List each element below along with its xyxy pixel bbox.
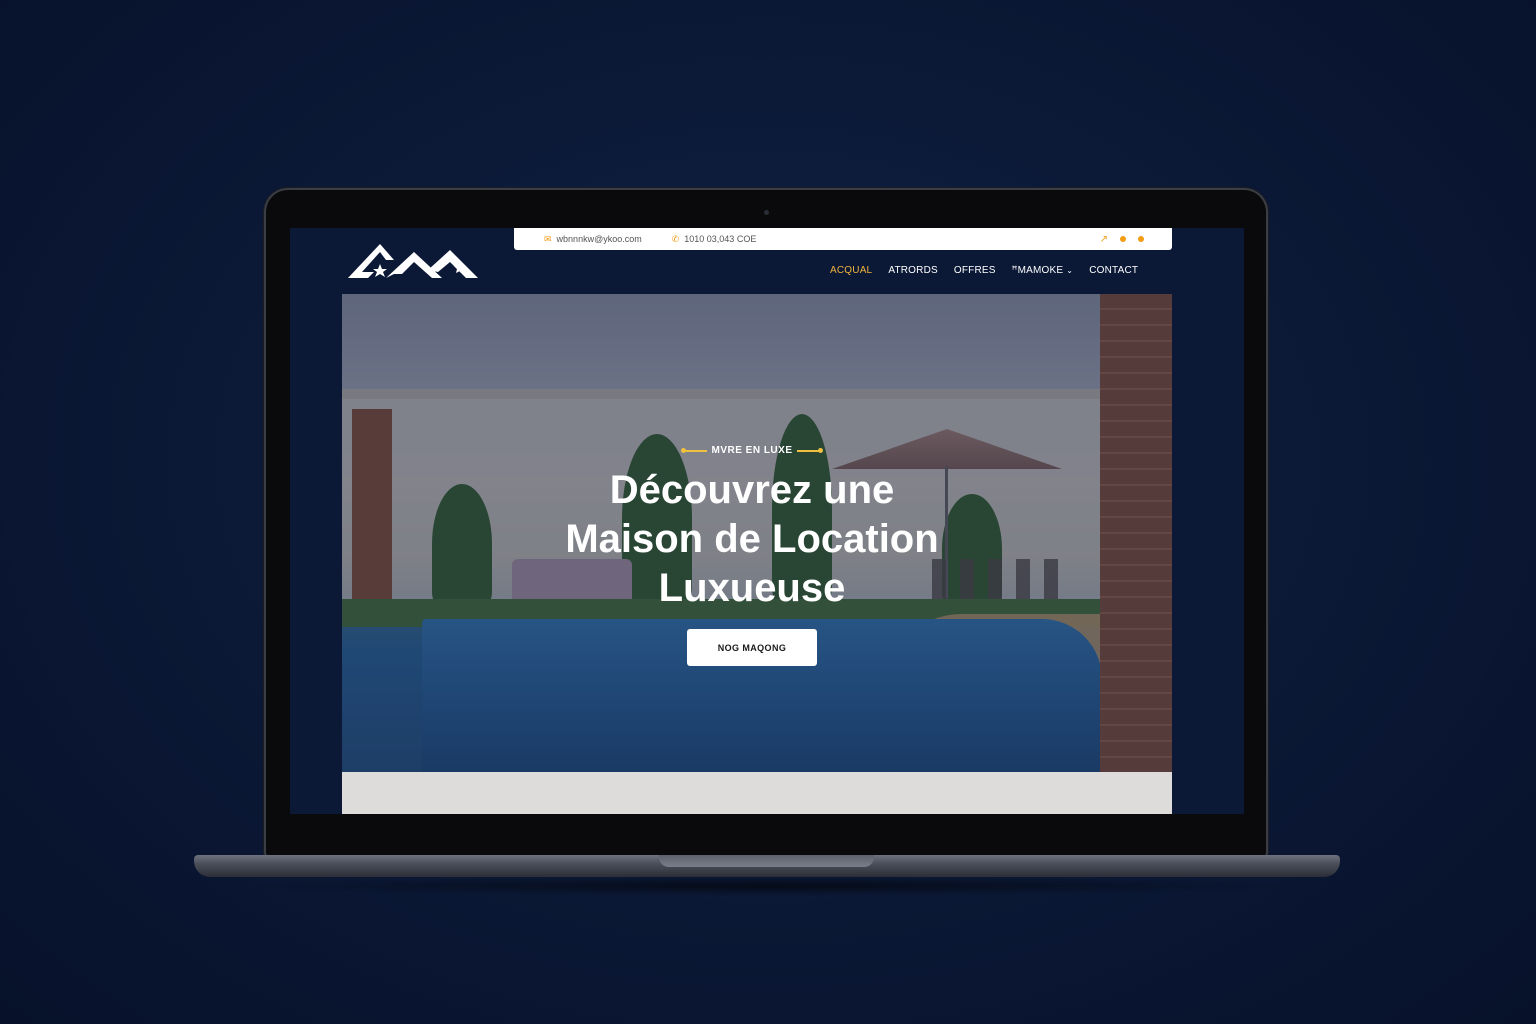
- social-icon-1[interactable]: [1120, 236, 1126, 242]
- nav-item-offres[interactable]: OFFRES: [954, 265, 996, 276]
- camera: [764, 210, 769, 215]
- hero-content: MVRE EN LUXE Découvrez une Maison de Loc…: [342, 294, 1162, 772]
- nav-item-atrords[interactable]: ATRORDS: [888, 265, 938, 276]
- social-icon-2[interactable]: [1138, 236, 1144, 242]
- hero-eyebrow: MVRE EN LUXE: [342, 445, 1162, 456]
- laptop-screen: ✉ wbnnnkw@ykoo.com ✆ 1010 03,043 COE ↗ A…: [290, 228, 1244, 814]
- laptop-mockup: ✉ wbnnnkw@ykoo.com ✆ 1010 03,043 COE ↗ A…: [0, 0, 1536, 1024]
- social-links: ↗: [1100, 234, 1144, 245]
- phone-icon: ✆: [671, 233, 680, 244]
- headline-line-3: Luxueuse: [658, 566, 846, 610]
- laptop-base: [194, 855, 1340, 877]
- call-icon[interactable]: ↗: [1100, 234, 1108, 245]
- eyebrow-text: MVRE EN LUXE: [711, 445, 793, 456]
- house-logo-icon[interactable]: [346, 238, 480, 280]
- top-contact-bar: ✉ wbnnnkw@ykoo.com ✆ 1010 03,043 COE ↗: [514, 228, 1172, 250]
- eyebrow-line-left: [681, 447, 708, 453]
- laptop-shadow: [230, 876, 1306, 896]
- hero-banner: MVRE EN LUXE Découvrez une Maison de Loc…: [342, 294, 1172, 772]
- headline-line-1: Découvrez une: [609, 468, 895, 512]
- nav-item-dropdown[interactable]: ꟸMAMOKE ⌄: [1012, 265, 1074, 276]
- phone-text: 1010 03,043 COE: [684, 234, 757, 244]
- envelope-icon: ✉: [544, 233, 552, 244]
- content-section-start: [342, 772, 1172, 814]
- main-nav: ACQUAL ATRORDS OFFRES ꟸMAMOKE ⌄ CONTACT: [830, 265, 1138, 276]
- email-text: wbnnnkw@ykoo.com: [556, 234, 642, 244]
- nav-item-contact[interactable]: CONTACT: [1089, 265, 1138, 276]
- chevron-down-icon: ⌄: [1066, 266, 1074, 275]
- laptop-notch: [659, 855, 874, 867]
- email-contact[interactable]: ✉ wbnnnkw@ykoo.com: [544, 234, 642, 245]
- hero-cta-button[interactable]: NOG MAQONG: [687, 629, 817, 666]
- nav-item-acqual[interactable]: ACQUAL: [830, 265, 872, 276]
- laptop-lid: ✉ wbnnnkw@ykoo.com ✆ 1010 03,043 COE ↗ A…: [266, 190, 1266, 858]
- headline-line-2: Maison de Location: [565, 517, 939, 561]
- eyebrow-line-right: [796, 447, 823, 453]
- phone-contact[interactable]: ✆ 1010 03,043 COE: [672, 234, 757, 245]
- hero-headline: Découvrez une Maison de Location Luxueus…: [342, 466, 1162, 613]
- nav-item-dropdown-label: ꟸMAMOKE: [1011, 265, 1064, 276]
